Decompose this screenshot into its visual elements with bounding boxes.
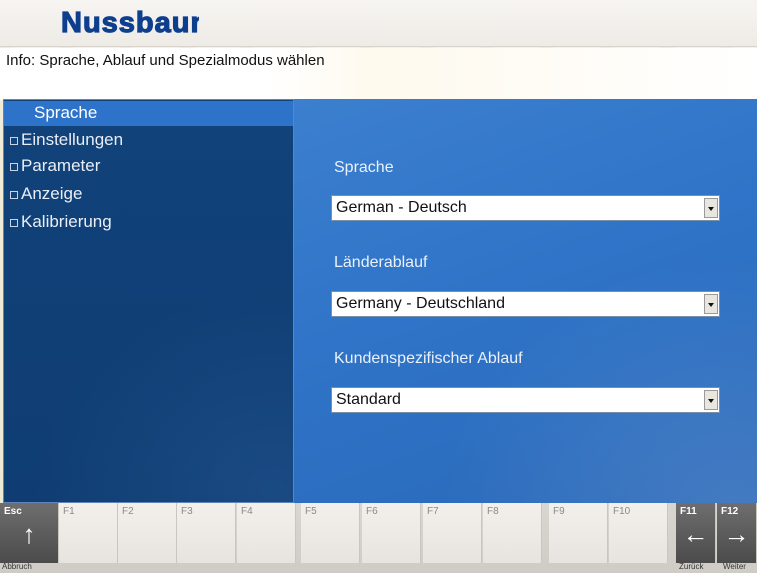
f9-key-code: F9 <box>553 506 565 517</box>
country-flow-select-value: Germany - Deutschland <box>336 295 505 312</box>
f4-button[interactable]: F4 <box>237 503 296 563</box>
f3-button[interactable]: F3 <box>177 503 236 563</box>
f5-button[interactable]: F5 <box>301 503 360 563</box>
content-panel: Sprache German - Deutsch Länderablauf Ge… <box>294 99 757 503</box>
f1-button[interactable]: F1 <box>59 503 118 563</box>
expand-icon[interactable] <box>10 219 18 227</box>
language-select-value: German - Deutsch <box>336 199 467 216</box>
customer-flow-label: Kundenspezifischer Ablauf <box>334 350 523 367</box>
arrow-left-icon: ← <box>682 519 709 549</box>
chevron-down-icon[interactable] <box>704 390 718 410</box>
esc-caption: Abbruch <box>2 562 32 571</box>
f11-button[interactable]: F11 ← <box>676 503 716 563</box>
f12-button[interactable]: F12 → <box>717 503 757 563</box>
chevron-down-icon[interactable] <box>704 198 718 218</box>
f12-key-code: F12 <box>721 506 739 517</box>
customer-flow-select-value: Standard <box>336 391 401 408</box>
f3-key-code: F3 <box>181 506 193 517</box>
arrow-up-icon: ↑ <box>22 519 36 549</box>
info-text: Info: Sprache, Ablauf und Spezialmodus w… <box>6 52 325 69</box>
f1-key-code: F1 <box>63 506 75 517</box>
arrow-right-icon: → <box>723 519 750 549</box>
f10-key-code: F10 <box>613 506 631 517</box>
tree-item-anzeige[interactable]: Anzeige <box>4 182 293 207</box>
f5-key-code: F5 <box>305 506 317 517</box>
language-select[interactable]: German - Deutsch <box>331 195 720 221</box>
tree-item-label: Sprache <box>34 103 98 122</box>
nussbaum-logo: Nussbaum <box>60 6 199 39</box>
f8-button[interactable]: F8 <box>483 503 542 563</box>
f8-key-code: F8 <box>487 506 499 517</box>
f11-caption: Zurück <box>679 562 704 571</box>
f10-button[interactable]: F10 <box>609 503 668 563</box>
app-screen: Nussbaum Info: Sprache, Ablauf und Spezi… <box>0 0 757 573</box>
f2-key-code: F2 <box>122 506 134 517</box>
tree-item-label: Parameter <box>21 156 101 175</box>
tree-item-kalibrierung[interactable]: Kalibrierung <box>4 210 293 235</box>
esc-key-code: Esc <box>4 506 22 517</box>
expand-icon[interactable] <box>10 163 18 171</box>
header-bar: Nussbaum <box>0 0 757 47</box>
tree-item-parameter[interactable]: Parameter <box>4 154 293 179</box>
f6-key-code: F6 <box>366 506 378 517</box>
f6-button[interactable]: F6 <box>362 503 421 563</box>
tree-item-label: Kalibrierung <box>21 212 112 231</box>
function-key-bar: Esc ↑ F1 F2 F3 F4 F5 F6 F7 F8 F9 F10 F11… <box>0 503 757 573</box>
info-bar: Info: Sprache, Ablauf und Spezialmodus w… <box>0 48 757 100</box>
f12-caption: Weiter <box>723 562 746 571</box>
expand-icon[interactable] <box>10 191 18 199</box>
tree-item-einstellungen[interactable]: Einstellungen <box>4 128 293 153</box>
f9-button[interactable]: F9 <box>549 503 608 563</box>
tree-item-label: Einstellungen <box>21 130 124 149</box>
tree-item-label: Anzeige <box>21 184 83 203</box>
logo-text: Nussbaum <box>61 7 199 39</box>
f4-key-code: F4 <box>241 506 253 517</box>
f7-key-code: F7 <box>427 506 439 517</box>
language-label: Sprache <box>334 159 394 176</box>
esc-button[interactable]: Esc ↑ <box>0 503 59 563</box>
f2-button[interactable]: F2 <box>118 503 177 563</box>
customer-flow-select[interactable]: Standard <box>331 387 720 413</box>
country-flow-select[interactable]: Germany - Deutschland <box>331 291 720 317</box>
chevron-down-icon[interactable] <box>704 294 718 314</box>
f7-button[interactable]: F7 <box>423 503 482 563</box>
f11-key-code: F11 <box>680 506 697 517</box>
country-flow-label: Länderablauf <box>334 254 428 271</box>
expand-icon[interactable] <box>10 137 18 145</box>
settings-tree: Sprache Einstellungen Parameter Anzeige … <box>3 99 294 503</box>
tree-item-sprache[interactable]: Sprache <box>4 101 293 126</box>
